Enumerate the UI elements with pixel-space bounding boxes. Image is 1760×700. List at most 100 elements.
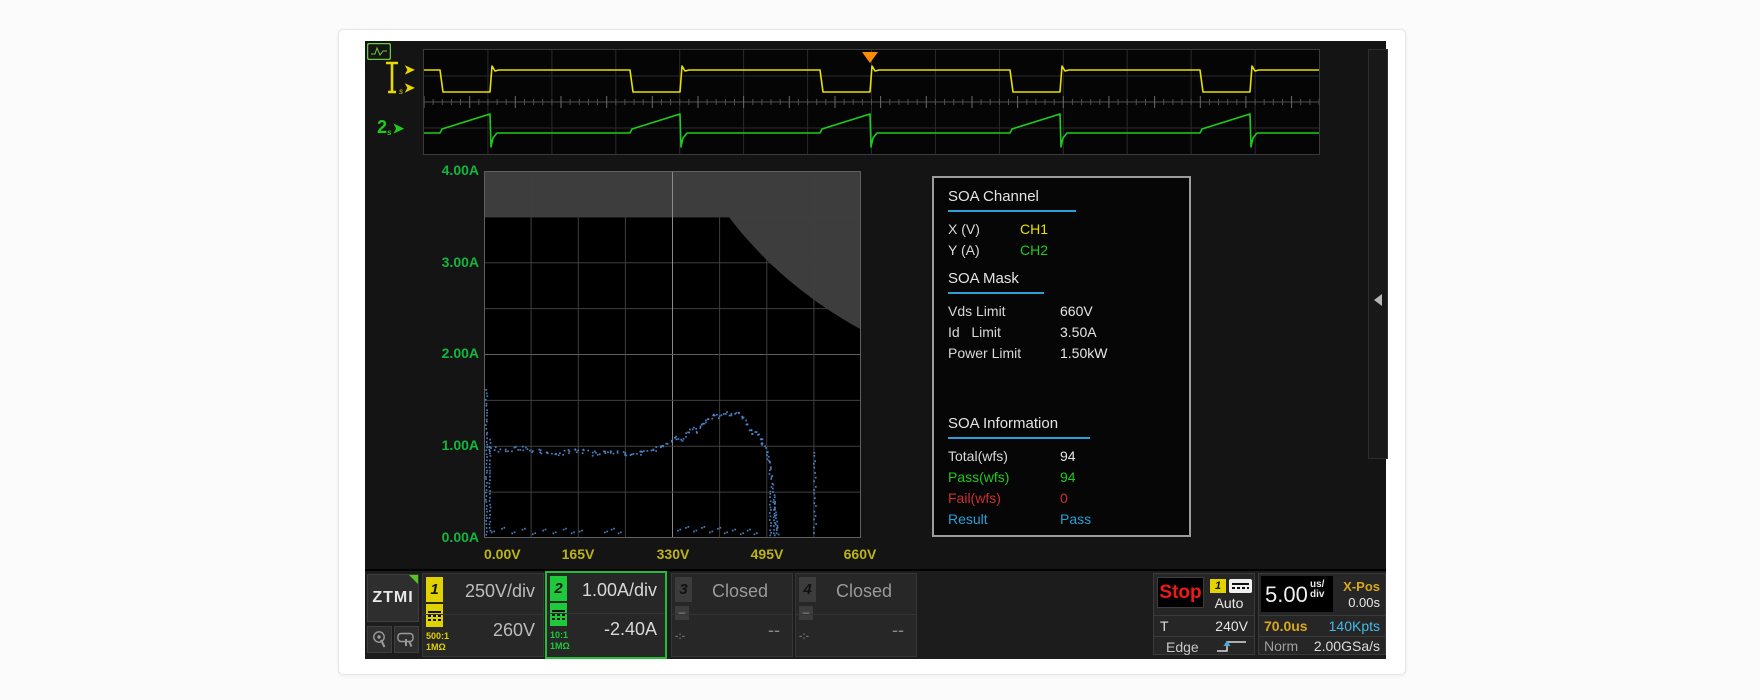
ch4-offset-value: -- bbox=[892, 620, 904, 641]
timebase-unit: us/ div bbox=[1310, 580, 1324, 600]
trigger-type: Edge bbox=[1166, 639, 1199, 655]
ch2-probe-info: 10:1 1MΩ bbox=[550, 630, 570, 652]
soa-information-title: SOA Information bbox=[948, 415, 1181, 435]
title-underline bbox=[948, 437, 1090, 439]
pass-wfs-value: 94 bbox=[1060, 469, 1076, 485]
trigger-level-marker[interactable] bbox=[385, 61, 399, 97]
divider bbox=[547, 613, 665, 614]
ch1-offset-value: 260V bbox=[493, 620, 535, 641]
expand-panel-arrow-icon[interactable] bbox=[1374, 294, 1382, 306]
ch3-minus-badge: – bbox=[675, 606, 689, 620]
ch2-ground-marker[interactable]: 2s➤ bbox=[377, 117, 404, 138]
acquire-mode: Norm bbox=[1264, 638, 1298, 654]
soa-plot-canvas bbox=[484, 171, 861, 538]
trigger-mode: Auto bbox=[1206, 595, 1252, 611]
soa-y-channel-row: Y (A) CH2 bbox=[948, 239, 1181, 260]
vds-limit-row: Vds Limit 660V bbox=[948, 300, 1181, 321]
touch-drag-button[interactable] bbox=[394, 626, 419, 653]
rising-edge-icon bbox=[1216, 639, 1248, 654]
title-underline bbox=[948, 292, 1044, 294]
ch1-trigger-arrow-icon[interactable]: ➤ bbox=[404, 63, 415, 76]
ch1-scale: 250V/div bbox=[465, 581, 535, 602]
channel-2-block[interactable]: 2 10:1 1MΩ 1.00A/div -2.40A bbox=[545, 571, 667, 659]
trigger-source-badge: 1 bbox=[1210, 579, 1226, 593]
divider bbox=[1259, 636, 1385, 637]
soa-y-tick: 1.00A bbox=[427, 437, 479, 455]
x-channel-value: CH1 bbox=[1020, 221, 1048, 237]
logo-corner-flag bbox=[409, 575, 418, 584]
scope-display-icon[interactable] bbox=[367, 43, 391, 60]
vds-limit-label: Vds Limit bbox=[948, 303, 1060, 319]
acquisition-state[interactable]: Stop bbox=[1157, 577, 1204, 608]
power-limit-label: Power Limit bbox=[948, 345, 1060, 361]
ch2-scale: 1.00A/div bbox=[582, 580, 657, 601]
channel-3-block[interactable]: 3 – -:- Closed -- bbox=[671, 573, 793, 657]
soa-channel-title: SOA Channel bbox=[948, 188, 1181, 208]
ch1-probe-info: 500:1 1MΩ bbox=[426, 631, 449, 653]
divider bbox=[1154, 636, 1254, 637]
oscilloscope-screen: ➤ s➤ 2s➤ 4.00A 3.00A 2.00A 1.00A 0.00A 0… bbox=[365, 41, 1386, 659]
trigger-t-icon bbox=[385, 61, 399, 97]
ch4-minus-badge: – bbox=[799, 606, 813, 620]
ch4-status: Closed bbox=[836, 581, 892, 602]
ch4-probe-info: -:- bbox=[799, 631, 809, 642]
soa-y-tick: 0.00A bbox=[427, 529, 479, 547]
fail-wfs-label: Fail(wfs) bbox=[948, 490, 1060, 506]
ch1-position-marker[interactable]: s➤ bbox=[399, 80, 415, 96]
soa-x-tick: 660V bbox=[832, 546, 888, 562]
soa-mask-title: SOA Mask bbox=[948, 270, 1181, 290]
ch2-arrow-icon: ➤ bbox=[392, 120, 404, 136]
soa-y-tick: 2.00A bbox=[427, 345, 479, 363]
divider bbox=[1154, 615, 1254, 616]
power-limit-value: 1.50kW bbox=[1060, 345, 1107, 361]
divider bbox=[1259, 615, 1385, 616]
ch2-dc-coupling-icon bbox=[550, 603, 567, 626]
pass-wfs-row: Pass(wfs) 94 bbox=[948, 466, 1181, 487]
brand-logo[interactable]: ZTMI bbox=[367, 574, 419, 622]
timebase-scale-box: 5.00 us/ div bbox=[1261, 576, 1333, 612]
ch2-number-badge: 2 bbox=[550, 576, 567, 601]
result-label: Result bbox=[948, 511, 1060, 527]
soa-y-tick: 4.00A bbox=[427, 162, 479, 180]
slope-suffix: s bbox=[399, 87, 403, 96]
ch2-offset-value: -2.40A bbox=[604, 619, 657, 640]
slope-suffix: s bbox=[387, 128, 391, 137]
timebase-scale: 5.00 bbox=[1265, 582, 1308, 608]
ch3-status: Closed bbox=[712, 581, 768, 602]
soa-xy-plot bbox=[484, 171, 861, 538]
touch-gesture-button[interactable] bbox=[367, 626, 392, 653]
soa-y-tick: 3.00A bbox=[427, 254, 479, 272]
ch3-offset-value: -- bbox=[768, 620, 780, 641]
y-channel-value: CH2 bbox=[1020, 242, 1048, 258]
side-panel-collapsed[interactable] bbox=[1368, 49, 1388, 459]
waveform-preview-canvas bbox=[424, 50, 1319, 154]
id-limit-row: Id Limit 3.50A bbox=[948, 321, 1181, 342]
page: ➤ s➤ 2s➤ 4.00A 3.00A 2.00A 1.00A 0.00A 0… bbox=[0, 0, 1760, 700]
soa-results-panel: SOA Channel X (V) CH1 Y (A) CH2 SOA Mask… bbox=[932, 176, 1191, 537]
ch1-dc-coupling-icon bbox=[426, 604, 443, 627]
y-channel-label: Y (A) bbox=[948, 242, 1020, 258]
channel-4-block[interactable]: 4 – -:- Closed -- bbox=[795, 573, 917, 657]
brand-logo-text: ZTMI bbox=[372, 589, 413, 607]
total-wfs-value: 94 bbox=[1060, 448, 1076, 464]
soa-x-tick: 495V bbox=[739, 546, 795, 562]
fail-wfs-value: 0 bbox=[1060, 490, 1068, 506]
soa-x-tick: 0.00V bbox=[484, 546, 521, 562]
divider bbox=[672, 614, 792, 615]
total-wfs-label: Total(wfs) bbox=[948, 448, 1060, 464]
trigger-status-box[interactable]: Stop 1 Auto T 240V Edge bbox=[1153, 573, 1255, 655]
divider bbox=[423, 614, 543, 615]
waveform-preview-strip[interactable] bbox=[423, 49, 1320, 155]
sample-rate: 2.00GSa/s bbox=[1314, 638, 1380, 654]
fail-wfs-row: Fail(wfs) 0 bbox=[948, 487, 1181, 508]
soa-x-channel-row: X (V) CH1 bbox=[948, 218, 1181, 239]
soa-x-tick: 330V bbox=[645, 546, 701, 562]
touch-circle-icon bbox=[371, 630, 388, 649]
status-bar: ZTMI 1 bbox=[365, 569, 1386, 659]
trigger-coupling-icon bbox=[1229, 579, 1252, 593]
channel-1-block[interactable]: 1 500:1 1MΩ 250V/div 260V bbox=[422, 573, 544, 657]
timebase-status-box[interactable]: 5.00 us/ div X-Pos 0.00s 70.0us 140Kpts … bbox=[1258, 573, 1386, 655]
ch1-arrow-icon: ➤ bbox=[404, 80, 415, 95]
record-length: 140Kpts bbox=[1329, 618, 1380, 634]
ch1-number-badge: 1 bbox=[426, 577, 443, 602]
